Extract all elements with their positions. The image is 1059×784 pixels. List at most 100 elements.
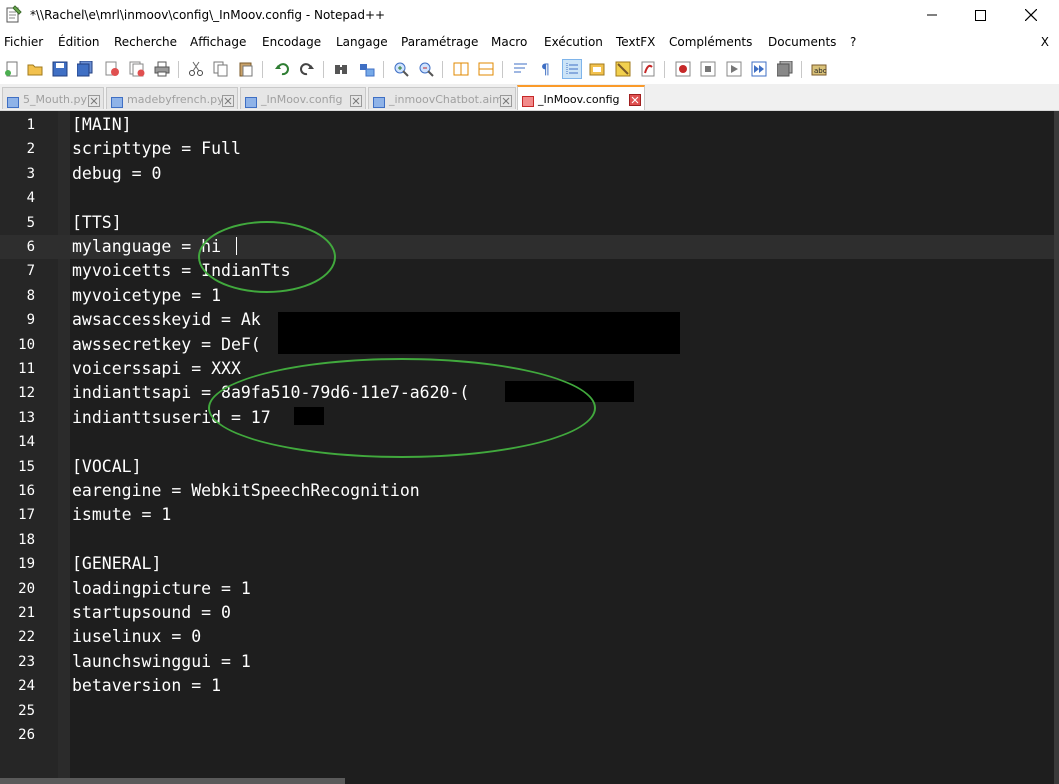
zoom-out-icon[interactable] <box>416 59 436 79</box>
save-all-icon[interactable] <box>75 59 95 79</box>
menu-affichage[interactable]: Affichage <box>190 35 246 49</box>
code-line[interactable]: 1 [MAIN] <box>0 113 1054 137</box>
menu-fichier[interactable]: Fichier <box>4 35 43 49</box>
code-line[interactable]: 7 myvoicetts = IndianTts <box>0 259 1054 283</box>
save-macro-icon[interactable] <box>775 59 795 79</box>
menu-macro[interactable]: Macro <box>491 35 527 49</box>
code-line[interactable]: 2 scripttype = Full <box>0 137 1054 161</box>
tab-5-mouth-py[interactable]: 5_Mouth.py <box>2 87 104 109</box>
menu-help[interactable]: ? <box>850 35 856 49</box>
line-text: launchswinggui = 1 <box>72 651 251 671</box>
redaction-box <box>278 332 680 354</box>
minimize-button[interactable] <box>909 0 955 30</box>
menu-complements[interactable]: Compléments <box>669 35 752 49</box>
code-line[interactable]: 6 mylanguage = hi <box>0 235 1054 259</box>
horizontal-scrollbar[interactable] <box>0 778 345 784</box>
tab-madebyfrench-py[interactable]: madebyfrench.py <box>106 87 238 109</box>
toolbar-separator <box>502 61 503 78</box>
indent-guide-icon[interactable] <box>562 59 582 79</box>
close-document-button[interactable]: X <box>1041 35 1049 49</box>
code-line[interactable]: 24 betaversion = 1 <box>0 674 1054 698</box>
redaction-box <box>278 312 680 334</box>
line-number: 7 <box>26 263 35 280</box>
title-bar: *\\Rachel\e\mrl\inmoov\config\_InMoov.co… <box>0 0 1059 32</box>
line-number: 25 <box>18 702 35 719</box>
maximize-button[interactable] <box>957 0 1003 30</box>
line-number: 13 <box>18 409 35 426</box>
menu-documents[interactable]: Documents <box>768 35 836 49</box>
code-line[interactable]: 21 startupsound = 0 <box>0 601 1054 625</box>
code-line[interactable]: 17 ismute = 1 <box>0 503 1054 527</box>
sync-vertical-icon[interactable] <box>451 59 471 79</box>
show-all-chars-icon[interactable]: ¶ <box>536 59 556 79</box>
line-text: ismute = 1 <box>72 505 172 525</box>
tab-bar: 5_Mouth.py madebyfrench.py _InMoov.confi… <box>0 84 1059 111</box>
menu-edition[interactable]: Édition <box>58 35 100 49</box>
menu-parametrage[interactable]: Paramétrage <box>401 35 478 49</box>
spell-check-icon[interactable]: abc <box>809 59 829 79</box>
tab-close-icon[interactable] <box>88 92 100 107</box>
undo-icon[interactable] <box>272 59 292 79</box>
menu-execution[interactable]: Exécution <box>544 35 603 49</box>
tab-close-icon[interactable] <box>350 92 362 107</box>
menu-encodage[interactable]: Encodage <box>262 35 321 49</box>
menu-textfx[interactable]: TextFX <box>616 35 655 49</box>
close-all-icon[interactable] <box>127 59 147 79</box>
cut-icon[interactable] <box>186 59 206 79</box>
tab-close-icon[interactable] <box>629 91 641 106</box>
stop-macro-icon[interactable] <box>698 59 718 79</box>
tab-close-icon[interactable] <box>222 92 234 107</box>
find-icon[interactable] <box>331 59 351 79</box>
new-file-icon[interactable] <box>2 59 22 79</box>
code-line[interactable]: 16 earengine = WebkitSpeechRecognition <box>0 479 1054 503</box>
run-macro-multiple-icon[interactable] <box>749 59 769 79</box>
save-icon[interactable] <box>50 59 70 79</box>
code-line[interactable]: 8 myvoicetype = 1 <box>0 284 1054 308</box>
file-saved-icon <box>111 93 123 108</box>
close-window-button[interactable] <box>1008 0 1054 30</box>
play-macro-icon[interactable] <box>724 59 744 79</box>
editor-area[interactable]: 1 [MAIN] 2 scripttype = Full 3 debug = 0 4 5 [TT… <box>0 111 1059 784</box>
code-line[interactable]: 23 launchswinggui = 1 <box>0 650 1054 674</box>
line-text: awssecretkey = DeF( <box>72 334 261 354</box>
tab-close-icon[interactable] <box>500 92 512 107</box>
function-list-icon[interactable] <box>613 59 633 79</box>
annotation-circle <box>198 221 336 293</box>
replace-icon[interactable] <box>357 59 377 79</box>
toolbar-separator <box>323 61 324 78</box>
word-wrap-icon[interactable] <box>511 59 531 79</box>
redo-icon[interactable] <box>297 59 317 79</box>
sync-horizontal-icon[interactable] <box>476 59 496 79</box>
menu-recherche[interactable]: Recherche <box>114 35 177 49</box>
code-line[interactable]: 22 iuselinux = 0 <box>0 625 1054 649</box>
line-number: 24 <box>18 678 35 695</box>
code-line[interactable]: 3 debug = 0 <box>0 162 1054 186</box>
paste-icon[interactable] <box>236 59 256 79</box>
code-line[interactable]: 20 loadingpicture = 1 <box>0 577 1054 601</box>
text-caret <box>236 237 237 255</box>
record-macro-icon[interactable] <box>673 59 693 79</box>
code-line[interactable]: 19 [GENERAL] <box>0 552 1054 576</box>
zoom-in-icon[interactable] <box>391 59 411 79</box>
folder-workspace-icon[interactable] <box>638 59 658 79</box>
menu-langage[interactable]: Langage <box>336 35 388 49</box>
close-icon[interactable] <box>102 59 122 79</box>
open-file-icon[interactable] <box>25 59 45 79</box>
file-saved-icon <box>245 93 257 108</box>
code-line[interactable]: 26 <box>0 723 1054 747</box>
copy-icon[interactable] <box>211 59 231 79</box>
code-line[interactable]: 4 <box>0 186 1054 210</box>
tab-inmoov-config-active[interactable]: _InMoov.config <box>517 85 645 110</box>
code-line[interactable]: 18 <box>0 528 1054 552</box>
tab-inmoov-config-1[interactable]: _InMoov.config <box>240 87 366 109</box>
code-line[interactable]: 15 [VOCAL] <box>0 455 1054 479</box>
code-line[interactable]: 25 <box>0 699 1054 723</box>
code-line[interactable]: 5 [TTS] <box>0 211 1054 235</box>
menu-bar: Fichier Édition Recherche Affichage Enco… <box>0 32 1059 54</box>
doc-map-icon[interactable] <box>587 59 607 79</box>
print-icon[interactable] <box>152 59 172 79</box>
vertical-scrollbar[interactable] <box>1054 111 1059 784</box>
tab-inmoovchatbot-aiml[interactable]: _inmoovChatbot.aiml <box>368 87 516 109</box>
line-number: 16 <box>18 483 35 499</box>
toolbar-separator <box>801 61 802 78</box>
